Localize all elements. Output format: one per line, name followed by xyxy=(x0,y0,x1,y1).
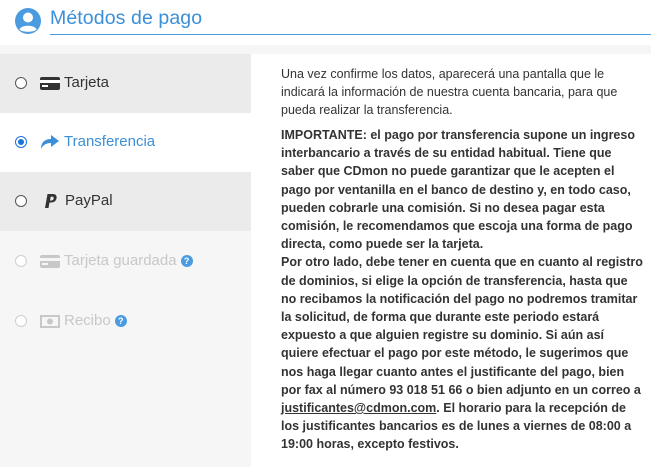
question-circle-icon[interactable]: ? xyxy=(180,255,193,267)
radio-recibo xyxy=(15,315,27,327)
important-notice: IMPORTANTE: el pago por transferencia su… xyxy=(281,126,643,454)
option-label-recibo: Recibo xyxy=(64,312,111,329)
paypal-icon xyxy=(45,194,57,208)
important-paragraph-1: IMPORTANTE: el pago por transferencia su… xyxy=(281,128,635,252)
option-label-tarjeta: Tarjeta xyxy=(64,74,110,91)
important-paragraph-2-text: Por otro lado, debe tener en cuenta que … xyxy=(281,255,643,397)
payment-option-tarjeta-guardada: Tarjeta guardada? xyxy=(0,232,251,291)
money-bill-icon xyxy=(40,315,60,328)
section-header: Métodos de pago xyxy=(0,0,651,45)
page-title: Métodos de pago xyxy=(50,7,203,29)
question-circle-icon[interactable]: ? xyxy=(114,315,127,327)
radio-paypal[interactable] xyxy=(15,195,27,207)
payment-method-list: Tarjeta Transferencia PayPal Tarjeta gua… xyxy=(0,54,251,467)
share-arrow-icon xyxy=(41,135,59,149)
radio-tarjeta[interactable] xyxy=(15,77,27,89)
credit-card-icon xyxy=(40,255,60,268)
option-label-tarjeta-guardada: Tarjeta guardada xyxy=(64,252,177,269)
radio-tarjeta-guardada xyxy=(15,255,27,267)
payment-option-transferencia[interactable]: Transferencia xyxy=(0,113,251,172)
payment-option-paypal[interactable]: PayPal xyxy=(0,172,251,231)
email-link[interactable]: justificantes@cdmon.com xyxy=(281,401,436,415)
important-paragraph-2: Por otro lado, debe tener en cuenta que … xyxy=(281,253,643,453)
payment-option-tarjeta[interactable]: Tarjeta xyxy=(0,54,251,113)
intro-text: Una vez confirme los datos, aparecerá un… xyxy=(281,67,618,117)
option-label-transferencia: Transferencia xyxy=(64,133,156,150)
radio-transferencia[interactable] xyxy=(15,136,27,148)
payment-info-panel: Una vez confirme los datos, aparecerá un… xyxy=(251,54,651,467)
option-label-paypal: PayPal xyxy=(65,192,113,209)
user-circle-icon xyxy=(15,8,41,34)
credit-card-icon xyxy=(40,77,60,90)
title-underline xyxy=(50,34,651,35)
payment-option-recibo: Recibo? xyxy=(0,292,251,351)
